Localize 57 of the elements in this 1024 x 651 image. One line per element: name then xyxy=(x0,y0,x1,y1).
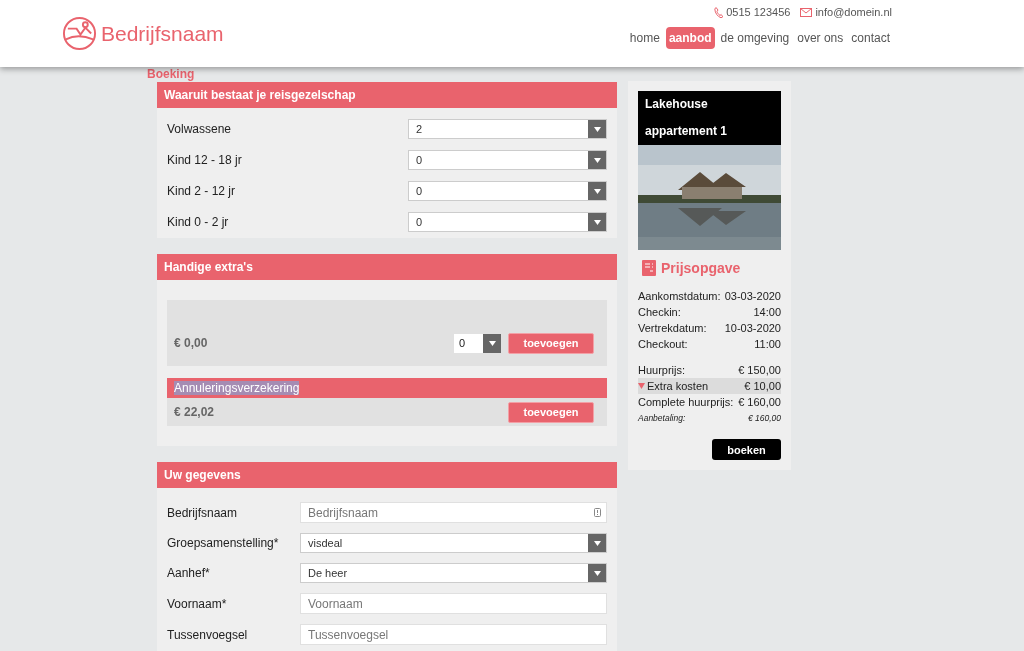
count-select[interactable]: 0 xyxy=(408,150,607,170)
input-field[interactable]: Tussenvoegsel xyxy=(300,624,607,645)
mail-icon xyxy=(800,7,813,17)
accommodation-title: Lakehouse appartement 1 xyxy=(638,91,781,145)
field-label: Voornaam* xyxy=(167,596,228,611)
section-header: Handige extra's xyxy=(157,254,617,280)
detail-value: 11:00 xyxy=(754,337,781,352)
field-label: Kind 2 - 12 jr xyxy=(167,184,236,198)
phone-icon xyxy=(714,6,724,18)
price-list-icon xyxy=(642,260,656,276)
field-label: Bedrijfsnaam xyxy=(167,505,239,520)
detail-label: Checkout: xyxy=(638,337,688,352)
price-label: Complete huurprijs: xyxy=(638,395,734,410)
input-field[interactable]: Voornaam xyxy=(300,593,607,614)
field-label: Groepsamenstelling* xyxy=(167,536,280,550)
price-label: Huurprijs: xyxy=(638,363,686,378)
page-title: Boeking xyxy=(147,67,196,81)
extra-title: Annuleringsverzekering xyxy=(174,381,300,395)
select-field[interactable]: De heer xyxy=(300,563,607,583)
detail-value: 03-03-2020 xyxy=(724,289,781,304)
price-value: € 10,00 xyxy=(744,379,781,394)
field-label: Tussenvoegsel xyxy=(167,627,249,642)
price-value: € 160,00 xyxy=(738,395,781,410)
nav-link[interactable]: over ons xyxy=(795,27,846,49)
caret-icon xyxy=(638,383,645,389)
logo-icon xyxy=(62,16,97,51)
price-value: € 150,00 xyxy=(738,363,781,378)
section-header: Uw gegevens xyxy=(157,462,617,488)
extra-price: € 22,02 xyxy=(174,405,216,419)
quote-title: Prijsopgave xyxy=(661,260,741,276)
select-field[interactable]: visdeal xyxy=(300,533,607,553)
field-label: Volwassene xyxy=(167,122,232,136)
detail-label: Checkin: xyxy=(638,305,681,320)
email-link[interactable]: info@domein.nl xyxy=(815,6,892,18)
input-field[interactable]: Bedrijfsnaam xyxy=(300,502,607,523)
extra-price: € 0,00 xyxy=(174,336,209,350)
field-label: Kind 0 - 2 jr xyxy=(167,215,229,229)
field-label: Kind 12 - 18 jr xyxy=(167,153,242,167)
nav-link[interactable]: home xyxy=(627,27,662,49)
phone-number[interactable]: 0515 123456 xyxy=(726,6,791,18)
detail-value: 14:00 xyxy=(753,305,781,320)
count-select[interactable]: 0 xyxy=(408,212,607,232)
section-header: Waaruit bestaat je reisgezelschap xyxy=(157,82,617,108)
detail-label: Vertrekdatum: xyxy=(638,321,707,336)
price-value: € 160,00 xyxy=(747,412,781,425)
book-button[interactable]: boeken xyxy=(712,439,781,460)
detail-value: 10-03-2020 xyxy=(724,321,781,336)
count-select[interactable]: 0 xyxy=(408,181,607,201)
nav-link[interactable]: de omgeving xyxy=(718,27,792,49)
field-label: Aanhef* xyxy=(167,566,211,580)
price-label: Extra kosten xyxy=(647,379,709,394)
count-select[interactable]: 2 xyxy=(408,119,607,139)
detail-label: Aankomstdatum: xyxy=(638,289,721,304)
quantity-select[interactable]: 0 xyxy=(454,333,501,353)
extra-costs-row[interactable]: Extra kosten € 10,00 xyxy=(638,378,781,394)
nav-link[interactable]: contact xyxy=(849,27,892,49)
price-label: Aanbetaling: xyxy=(638,412,686,425)
